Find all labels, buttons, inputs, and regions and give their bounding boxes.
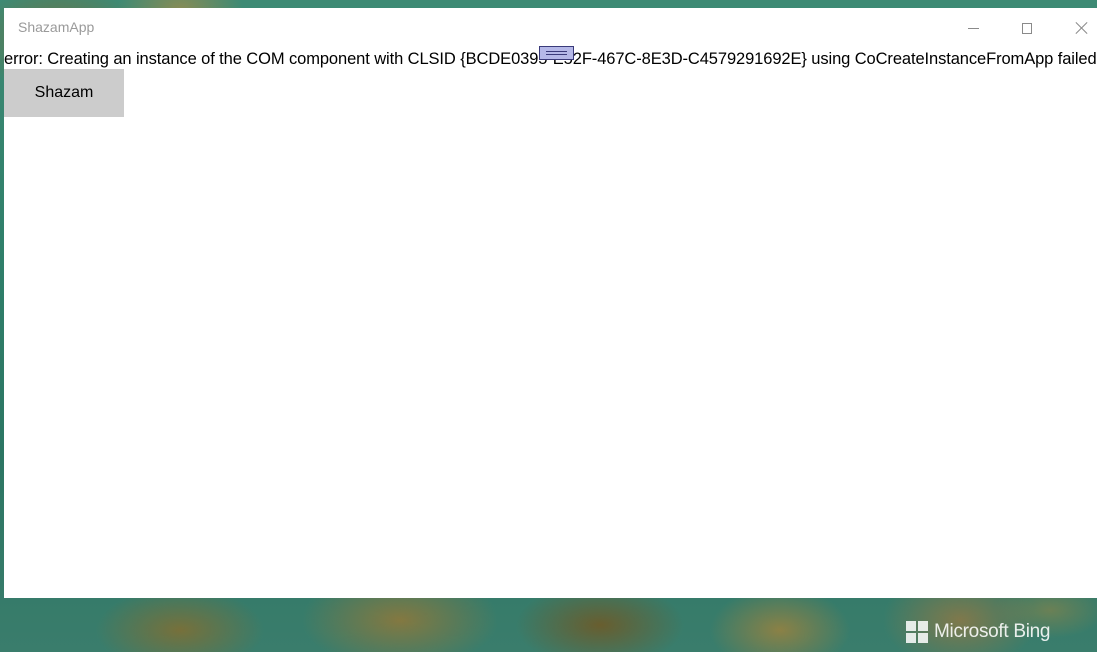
shazam-button[interactable]: Shazam bbox=[4, 69, 124, 117]
bing-watermark-text: Microsoft Bing bbox=[934, 621, 1051, 642]
close-button[interactable] bbox=[1059, 8, 1097, 48]
maximize-icon bbox=[1022, 22, 1032, 34]
title-bar[interactable]: ShazamApp bbox=[4, 8, 1097, 48]
close-icon bbox=[1075, 21, 1089, 35]
drag-cursor-icon bbox=[539, 46, 574, 60]
minimize-icon bbox=[967, 27, 979, 29]
windows-logo-icon bbox=[906, 621, 928, 643]
app-window: ShazamApp error: Creating an instance of… bbox=[4, 8, 1097, 598]
maximize-button[interactable] bbox=[1004, 8, 1050, 48]
minimize-button[interactable] bbox=[950, 8, 996, 48]
window-title: ShazamApp bbox=[18, 19, 95, 35]
bing-watermark: Microsoft Bing bbox=[906, 621, 1050, 643]
